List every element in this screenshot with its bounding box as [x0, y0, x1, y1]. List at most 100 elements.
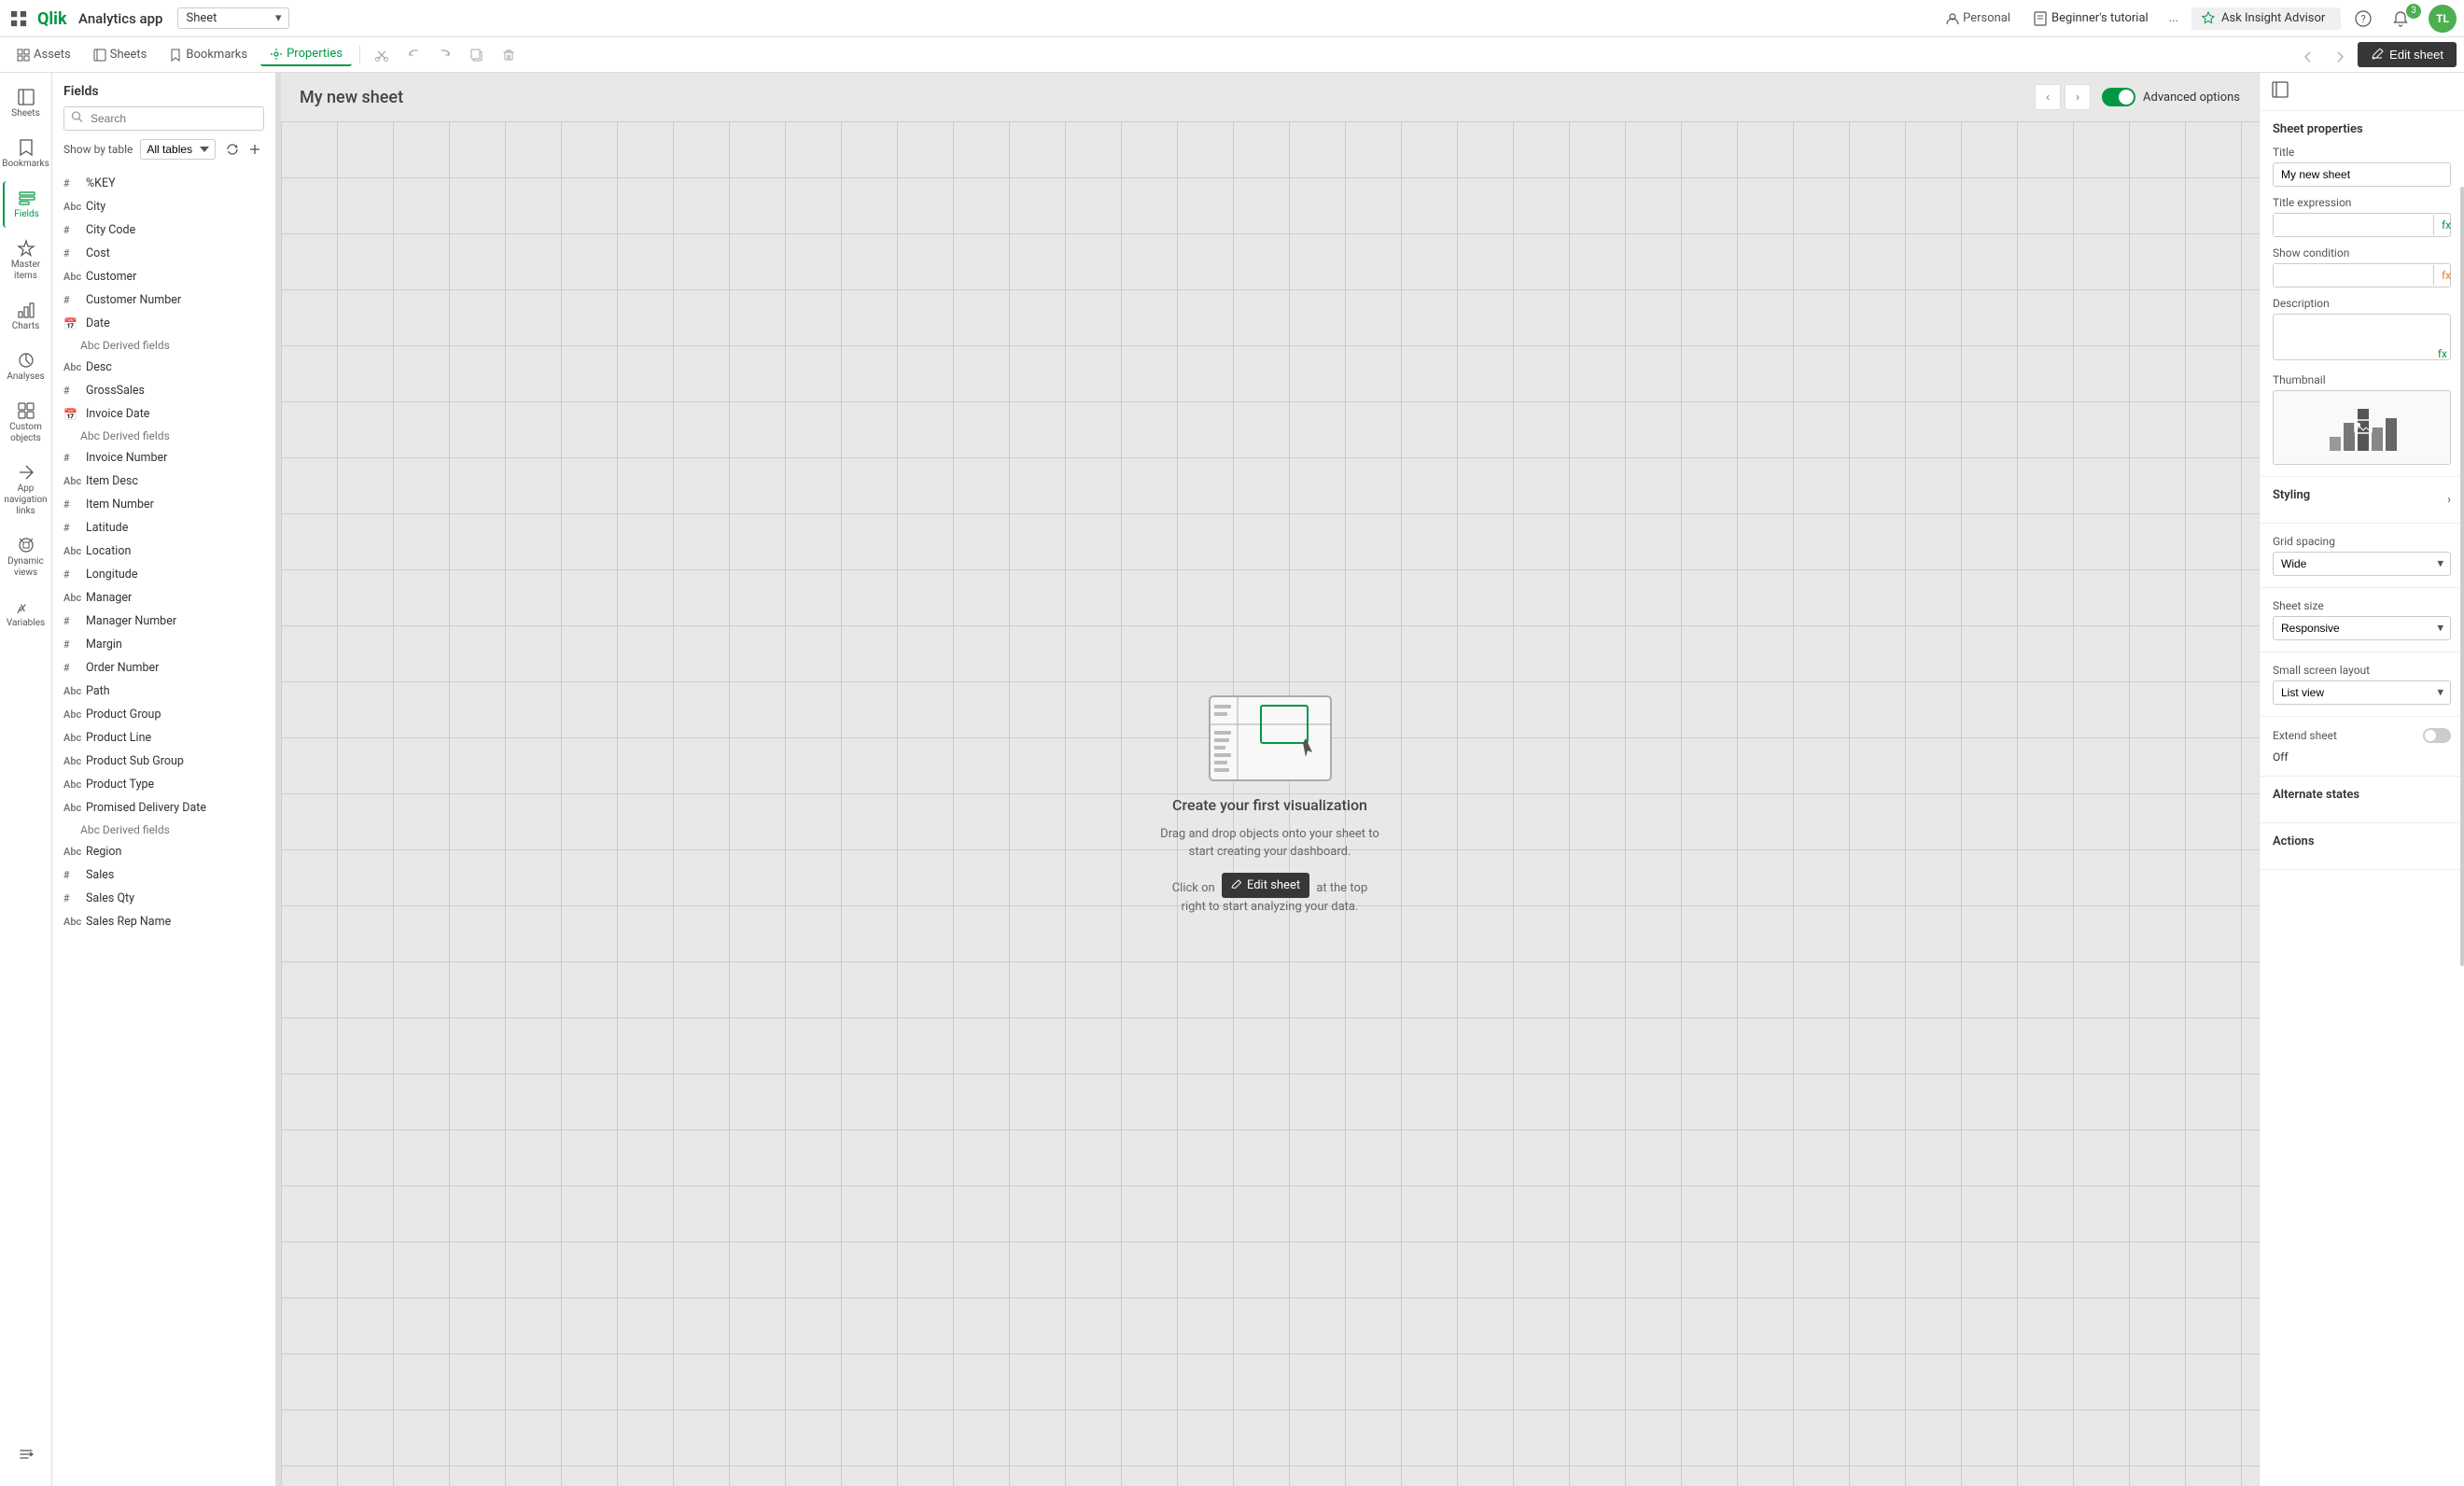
- field-item[interactable]: # Order Number: [52, 656, 275, 680]
- help-button[interactable]: ?: [2348, 4, 2378, 34]
- undo-button[interactable]: [399, 41, 427, 69]
- redo-button[interactable]: [431, 41, 459, 69]
- field-item[interactable]: Abc Path: [52, 680, 275, 703]
- redo-nav-button[interactable]: [2326, 41, 2354, 69]
- field-item[interactable]: # Longitude: [52, 563, 275, 586]
- field-name: Item Desc: [86, 474, 138, 488]
- field-name: Customer: [86, 270, 136, 284]
- derived-fields-item[interactable]: Abc Derived fields: [52, 335, 275, 356]
- show-condition-input-wrap: fx: [2273, 263, 2451, 287]
- cut-button[interactable]: [368, 41, 396, 69]
- field-name: Product Sub Group: [86, 754, 184, 768]
- insight-advisor-button[interactable]: Ask Insight Advisor: [2191, 7, 2341, 30]
- field-name: Sales Rep Name: [86, 915, 171, 929]
- more-button[interactable]: ...: [2163, 7, 2184, 29]
- field-item[interactable]: # Manager Number: [52, 610, 275, 633]
- field-item[interactable]: # Sales Qty: [52, 887, 275, 910]
- field-name: Sales Qty: [86, 891, 134, 905]
- field-item[interactable]: Abc Manager: [52, 586, 275, 610]
- edit-sheet-inline-button[interactable]: Edit sheet: [1222, 873, 1309, 899]
- app-nav-links-icon: [17, 463, 35, 482]
- canvas-prev-button[interactable]: ‹: [2035, 84, 2061, 110]
- refresh-icon[interactable]: [223, 138, 242, 161]
- field-item[interactable]: 📅 Invoice Date: [52, 402, 275, 426]
- fx-button-title[interactable]: fx: [2433, 215, 2458, 235]
- nav-item-fields[interactable]: Fields: [3, 181, 49, 228]
- field-item[interactable]: # Invoice Number: [52, 446, 275, 470]
- small-screen-select[interactable]: List view Scroll view: [2273, 680, 2451, 705]
- field-item[interactable]: Abc Item Desc: [52, 470, 275, 493]
- field-type: Abc: [63, 361, 80, 373]
- main-content: Sheets Bookmarks Fields Master items: [0, 73, 2464, 1486]
- title-expression-input[interactable]: [2274, 214, 2433, 236]
- toolbar-bookmarks[interactable]: Bookmarks: [160, 44, 257, 65]
- show-condition-input[interactable]: [2274, 264, 2433, 287]
- derived-fields-item[interactable]: Abc Derived fields: [52, 820, 275, 840]
- search-input[interactable]: [63, 106, 264, 131]
- grid-canvas[interactable]: Create your first visualization Drag and…: [281, 121, 2259, 1486]
- field-item[interactable]: # City Code: [52, 218, 275, 242]
- nav-item-sheets[interactable]: Sheets: [3, 80, 49, 127]
- field-item[interactable]: Abc Product Group: [52, 703, 275, 726]
- thumbnail-label: Thumbnail: [2273, 373, 2451, 386]
- field-item[interactable]: # Latitude: [52, 516, 275, 540]
- app-grid-icon[interactable]: [7, 7, 30, 30]
- field-item[interactable]: # %KEY: [52, 172, 275, 195]
- collapse-nav-button[interactable]: [3, 1437, 49, 1479]
- nav-item-master-items[interactable]: Master items: [3, 231, 49, 289]
- fx-button-show-condition[interactable]: fx: [2433, 265, 2458, 286]
- nav-item-custom-objects[interactable]: Custom objects: [3, 394, 49, 452]
- field-item[interactable]: Abc Desc: [52, 356, 275, 379]
- field-item[interactable]: Abc Sales Rep Name: [52, 910, 275, 933]
- thumbnail-box[interactable]: [2273, 390, 2451, 465]
- field-item[interactable]: # Item Number: [52, 493, 275, 516]
- fields-list: # %KEY Abc City # City Code # Cost Abc C…: [52, 168, 275, 1486]
- delete-button[interactable]: [495, 41, 523, 69]
- assets-icon: [17, 49, 30, 62]
- fx-button-description[interactable]: fx: [2438, 347, 2447, 360]
- field-item[interactable]: # Margin: [52, 633, 275, 656]
- field-item[interactable]: Abc Region: [52, 840, 275, 863]
- toolbar-properties[interactable]: Properties: [260, 43, 352, 66]
- advanced-options-toggle[interactable]: [2102, 88, 2135, 106]
- field-item[interactable]: # GrossSales: [52, 379, 275, 402]
- field-item[interactable]: # Customer Number: [52, 288, 275, 312]
- sheet-dropdown[interactable]: Sheet ▾: [177, 7, 289, 29]
- create-viz-click-desc: Click on Edit sheet at the top right to …: [1172, 873, 1368, 917]
- extend-sheet-toggle[interactable]: [2423, 728, 2451, 743]
- nav-item-analyses[interactable]: Analyses: [3, 343, 49, 390]
- field-item[interactable]: # Sales: [52, 863, 275, 887]
- grid-spacing-select[interactable]: Wide Medium Narrow: [2273, 552, 2451, 576]
- undo-nav-button[interactable]: [2294, 41, 2322, 69]
- toolbar-sheets[interactable]: Sheets: [84, 44, 157, 65]
- styling-expand-icon[interactable]: ›: [2447, 493, 2451, 507]
- field-item[interactable]: # Cost: [52, 242, 275, 265]
- copy-button[interactable]: [463, 41, 491, 69]
- nav-item-app-navigation-links[interactable]: App navigation links: [3, 456, 49, 525]
- avatar[interactable]: TL: [2429, 5, 2457, 33]
- canvas-nav: ‹ ›: [2035, 84, 2091, 110]
- nav-item-dynamic-views[interactable]: Dynamic views: [3, 528, 49, 586]
- personal-button[interactable]: Personal: [1939, 7, 2018, 29]
- sheet-size-select[interactable]: Responsive Custom: [2273, 616, 2451, 640]
- field-item[interactable]: Abc City: [52, 195, 275, 218]
- field-item[interactable]: Abc Product Line: [52, 726, 275, 750]
- field-item[interactable]: Abc Location: [52, 540, 275, 563]
- toolbar-assets[interactable]: Assets: [7, 44, 80, 65]
- field-item[interactable]: Abc Product Sub Group: [52, 750, 275, 773]
- nav-item-variables[interactable]: x Variables: [3, 590, 49, 637]
- nav-item-charts[interactable]: Charts: [3, 293, 49, 340]
- field-item[interactable]: Abc Product Type: [52, 773, 275, 796]
- canvas-next-button[interactable]: ›: [2065, 84, 2091, 110]
- all-tables-select[interactable]: All tables: [140, 139, 216, 160]
- description-textarea[interactable]: [2273, 314, 2451, 360]
- field-item[interactable]: Abc Customer: [52, 265, 275, 288]
- nav-item-bookmarks[interactable]: Bookmarks: [3, 131, 49, 177]
- title-input[interactable]: [2273, 162, 2451, 187]
- field-item[interactable]: Abc Promised Delivery Date: [52, 796, 275, 820]
- field-item[interactable]: 📅 Date: [52, 312, 275, 335]
- derived-fields-item[interactable]: Abc Derived fields: [52, 426, 275, 446]
- tutorial-button[interactable]: Beginner's tutorial: [2025, 7, 2156, 30]
- edit-sheet-button[interactable]: Edit sheet: [2358, 42, 2457, 67]
- add-field-icon[interactable]: [245, 138, 264, 161]
